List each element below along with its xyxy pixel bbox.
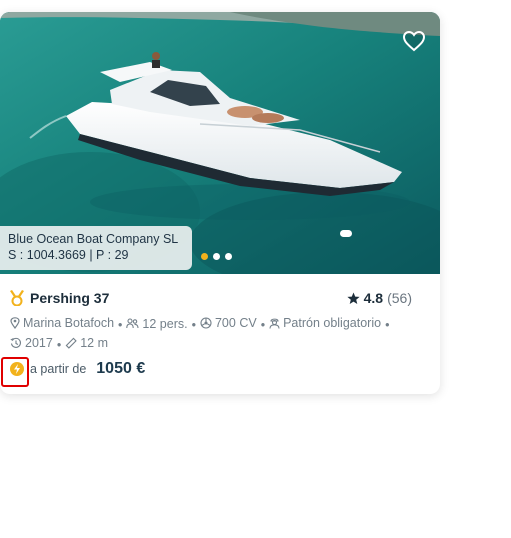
carousel-dots — [201, 253, 232, 260]
heart-outline-icon — [402, 30, 426, 52]
people-icon — [126, 318, 139, 329]
location-text: Marina Botafoch — [23, 316, 115, 330]
boat-details: Marina Botafoch • 12 pers. • 700 CV • Pa… — [10, 314, 420, 354]
star-icon — [347, 292, 360, 304]
length-text: 12 m — [80, 336, 108, 350]
price-prefix: a partir de — [30, 362, 87, 376]
rating-count: (56) — [387, 290, 412, 306]
boat-listing-card[interactable]: Blue Ocean Boat Company SL S : 1004.3669… — [0, 12, 440, 394]
price-value: 1050 € — [96, 360, 146, 377]
detail-location: Marina Botafoch — [10, 314, 114, 332]
map-pin-icon — [10, 317, 20, 329]
title-row: Pershing 37 4.8 (56) — [10, 288, 412, 308]
image-indicator — [340, 230, 352, 237]
carousel-dot-1[interactable] — [201, 253, 208, 260]
rating: 4.8 (56) — [347, 290, 412, 306]
rating-score: 4.8 — [363, 290, 384, 306]
boat-photo[interactable]: Blue Ocean Boat Company SL S : 1004.3669… — [0, 12, 440, 274]
favorite-button[interactable] — [402, 30, 426, 52]
capacity-text: 12 pers. — [142, 316, 188, 331]
detail-skipper: Patrón obligatorio — [269, 314, 381, 332]
price-row: a partir de 1050 € — [10, 360, 145, 378]
power-text: 700 CV — [214, 316, 257, 330]
medal-icon — [10, 290, 24, 306]
detail-year: 2017 — [10, 334, 53, 352]
calendar-icon — [10, 337, 21, 348]
boat-name[interactable]: Pershing 37 — [30, 290, 109, 306]
company-badge: Blue Ocean Boat Company SL S : 1004.3669… — [0, 226, 192, 270]
skipper-text: Patrón obligatorio — [283, 316, 382, 330]
company-name: Blue Ocean Boat Company SL — [8, 232, 179, 246]
company-stats: S : 1004.3669 | P : 29 — [8, 248, 129, 262]
carousel-dot-2[interactable] — [213, 253, 220, 260]
detail-capacity: 12 pers. — [126, 315, 188, 333]
highlight-box — [1, 357, 29, 387]
captain-icon — [269, 318, 280, 329]
detail-length: 12 m — [65, 334, 108, 352]
carousel-dot-3[interactable] — [225, 253, 232, 260]
ruler-icon — [65, 337, 77, 349]
year-text: 2017 — [25, 336, 53, 350]
engine-icon — [200, 317, 212, 329]
detail-power: 700 CV — [200, 314, 257, 332]
